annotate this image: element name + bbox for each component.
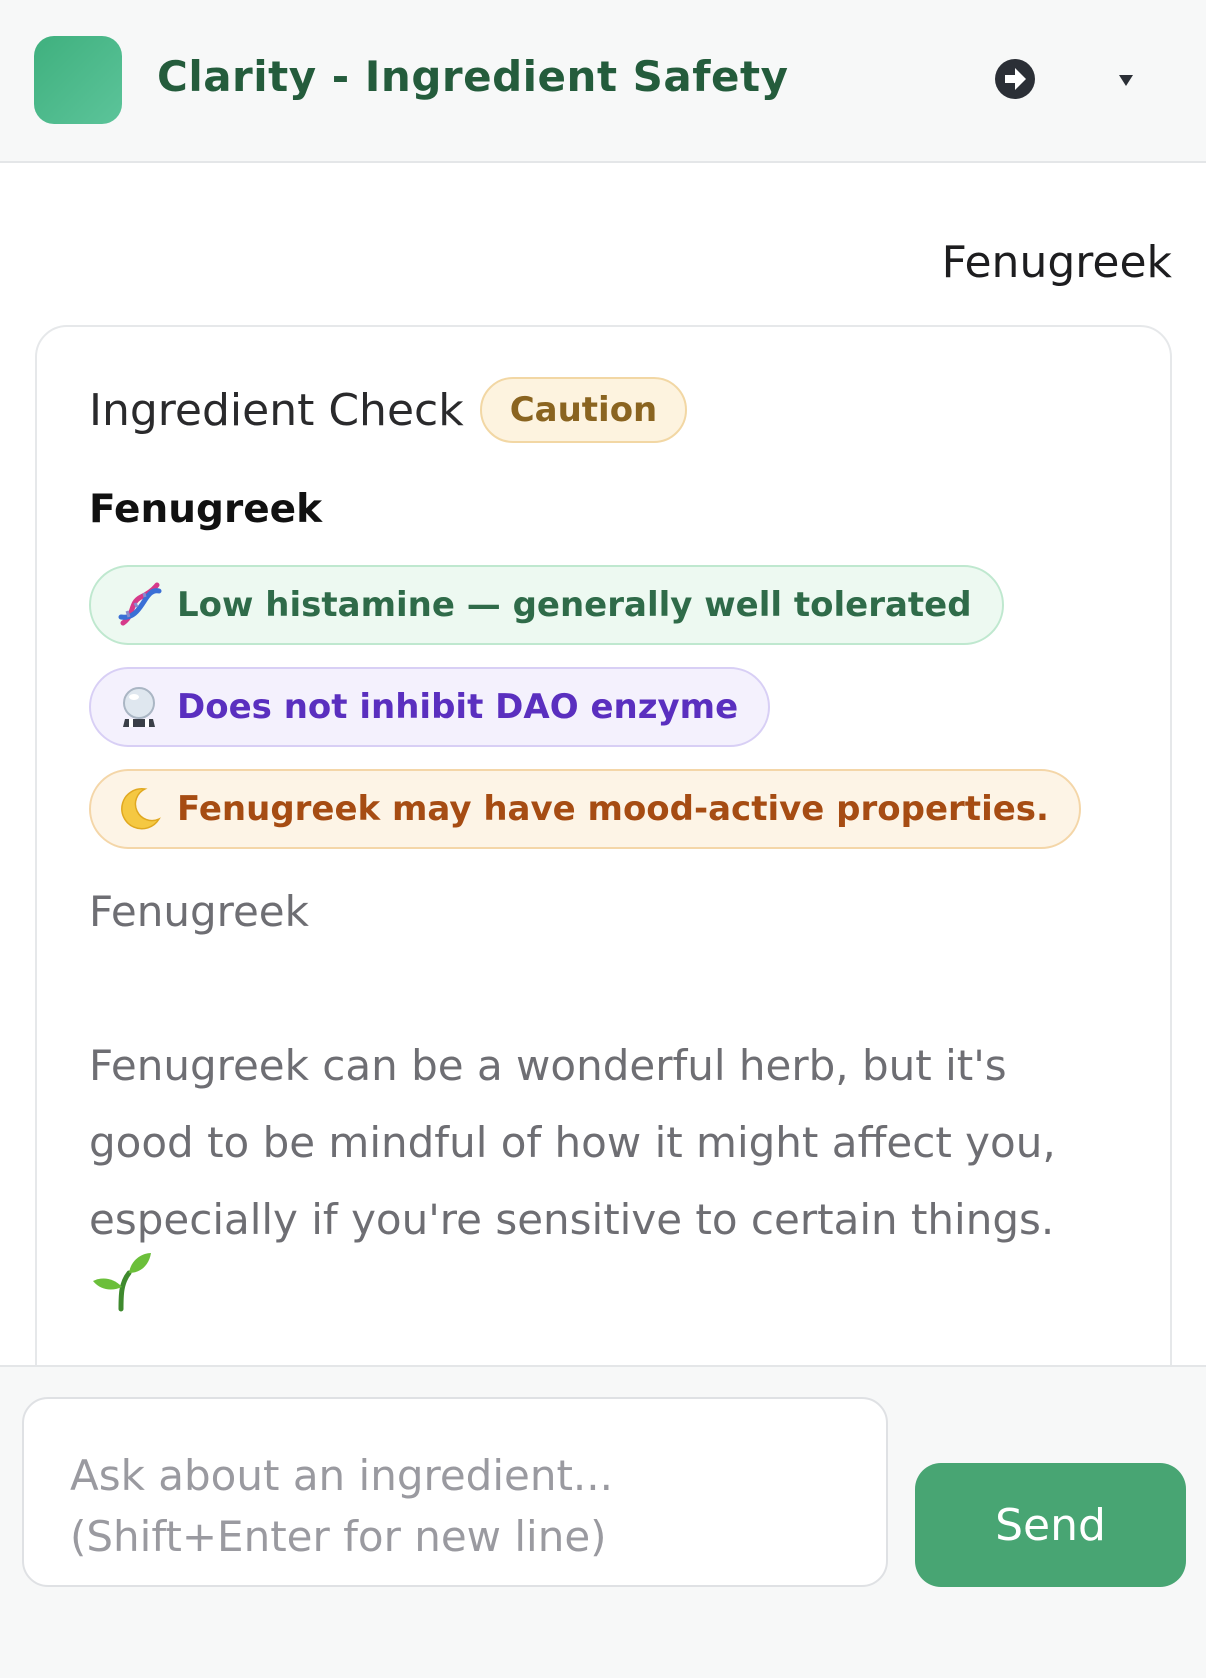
header: Clarity - Ingredient Safety bbox=[0, 0, 1206, 163]
app-title: Clarity - Ingredient Safety bbox=[157, 52, 789, 101]
tag-label: Low histamine — generally well tolerated bbox=[177, 585, 972, 625]
ingredient-name: Fenugreek bbox=[89, 487, 323, 532]
chat-area[interactable]: Fenugreek Ingredient Check Caution Fenug… bbox=[0, 165, 1206, 1365]
user-message: Fenugreek bbox=[941, 237, 1172, 288]
input-placeholder: Ask about an ingredient... (Shift+Enter … bbox=[70, 1451, 613, 1561]
composer: Ask about an ingredient... (Shift+Enter … bbox=[0, 1365, 1206, 1678]
app-logo bbox=[34, 36, 122, 124]
arrow-circle-right-icon[interactable] bbox=[993, 57, 1037, 101]
status-badge: Caution bbox=[479, 377, 688, 443]
response-body: Fenugreek can be a wonderful herb, but i… bbox=[89, 1041, 1056, 1244]
dna-icon bbox=[118, 582, 162, 626]
seedling-icon bbox=[93, 1253, 151, 1312]
message-input[interactable]: Ask about an ingredient... (Shift+Enter … bbox=[22, 1397, 888, 1587]
dropdown-triangle-icon[interactable] bbox=[1116, 70, 1136, 90]
subheading: Fenugreek bbox=[89, 887, 309, 936]
response-card: Ingredient Check Caution Fenugreek Low h… bbox=[35, 325, 1172, 1365]
send-button[interactable]: Send bbox=[915, 1463, 1186, 1587]
tag-label: Does not inhibit DAO enzyme bbox=[177, 687, 739, 727]
tag-mood: Fenugreek may have mood-active propertie… bbox=[89, 769, 1081, 849]
card-header: Ingredient Check Caution bbox=[89, 377, 688, 443]
crescent-moon-icon bbox=[121, 788, 161, 830]
tag-histamine: Low histamine — generally well tolerated bbox=[89, 565, 1004, 645]
tag-label: Fenugreek may have mood-active propertie… bbox=[177, 789, 1049, 829]
crystal-ball-icon bbox=[123, 687, 155, 727]
app-window: Clarity - Ingredient Safety Fenugreek In… bbox=[0, 0, 1206, 1678]
tag-dao: Does not inhibit DAO enzyme bbox=[89, 667, 771, 747]
card-title: Ingredient Check bbox=[89, 384, 464, 436]
